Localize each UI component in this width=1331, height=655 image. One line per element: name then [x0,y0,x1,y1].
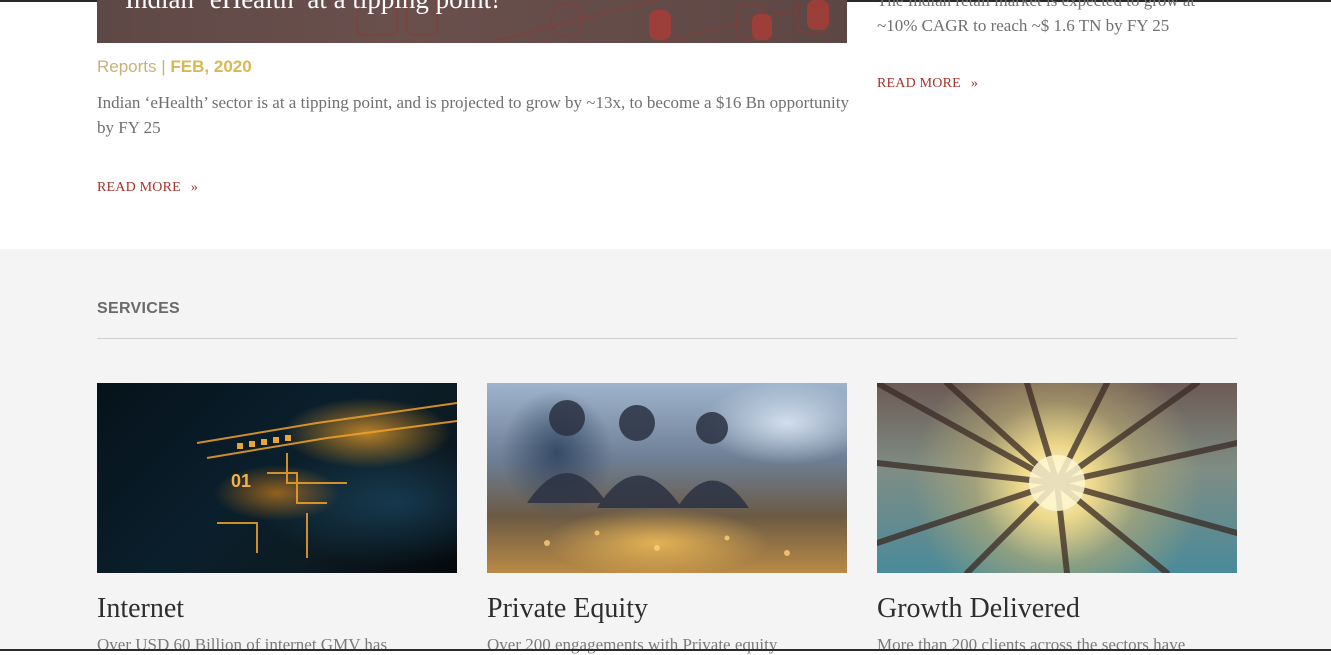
double-chevron-right-icon: » [970,76,979,91]
service-title[interactable]: Growth Delivered [877,593,1237,625]
service-card-growth-delivered[interactable]: Growth Delivered More than 200 clients a… [877,383,1237,655]
read-more-link-right[interactable]: READ MORE » [877,76,978,92]
service-text: Over USD 60 Billion of internet GMV has [97,635,388,654]
meeting-illustration [527,400,790,556]
service-card-private-equity[interactable]: Private Equity Over 200 engagements with… [487,383,847,655]
service-text: More than 200 clients across the sectors… [877,635,1186,654]
report-hero-image[interactable]: Indian ‘eHealth’ at a tipping point! [97,0,847,43]
read-more-link[interactable]: READ MORE » [97,180,198,196]
circuit-illustration: 01 [196,402,457,558]
internet-image[interactable]: 01 [97,383,457,573]
report-right-description-line1: The Indian retail market is expected to … [877,0,1196,10]
service-text: Over 200 engagements with Private equity [487,635,778,654]
service-card-internet[interactable]: 01 Internet Over USD 60 Billion of inter… [97,383,457,655]
service-title[interactable]: Internet [97,593,457,625]
read-more-label: READ MORE [877,76,961,91]
meta-separator: | [161,57,166,76]
report-category[interactable]: Reports [97,57,157,76]
read-more-label: READ MORE [97,180,181,195]
double-chevron-right-icon: » [190,180,199,195]
svg-text:01: 01 [231,471,251,491]
services-heading: SERVICES [97,300,181,317]
report-description: Indian ‘eHealth’ sector is at a tipping … [97,93,849,137]
report-meta: Reports | FEB, 2020 [97,57,252,77]
report-hero-title[interactable]: Indian ‘eHealth’ at a tipping point! [125,0,500,15]
services-section: SERVICES 01 Internet Over USD 60 Billion… [0,249,1331,654]
private-equity-image[interactable] [487,383,847,573]
growth-delivered-image[interactable] [877,383,1237,573]
report-right-description-line2: ~10% CAGR to reach ~$ 1.6 TN by FY 25 [877,16,1170,35]
service-title[interactable]: Private Equity [487,593,847,625]
services-divider [97,338,1237,339]
report-right-description: The Indian retail market is expected to … [877,0,1237,38]
forest-canopy-illustration [877,383,1237,573]
report-date: FEB, 2020 [170,57,252,76]
